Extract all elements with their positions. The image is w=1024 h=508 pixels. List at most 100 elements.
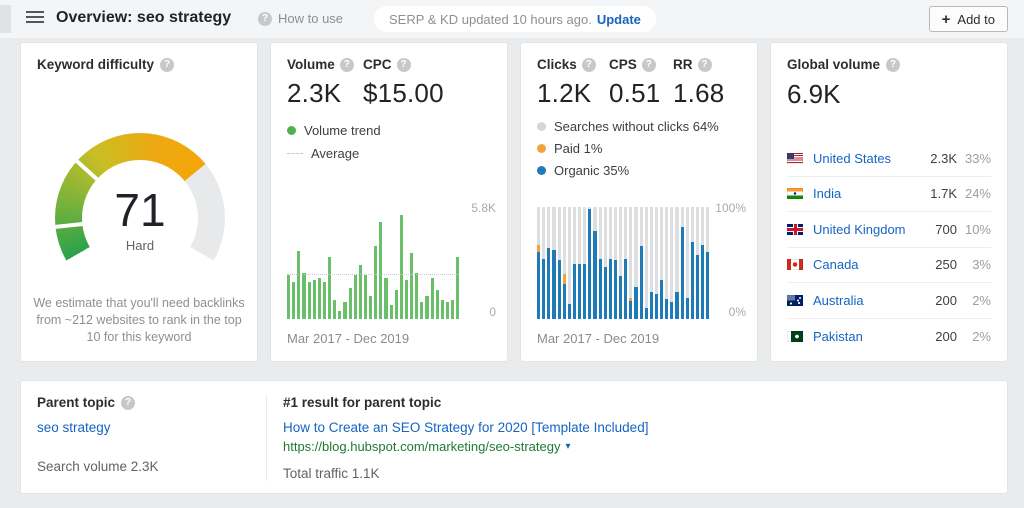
update-status-text: SERP & KD updated 10 hours ago. xyxy=(389,12,592,27)
help-icon[interactable]: ? xyxy=(121,396,135,410)
add-to-button[interactable]: + Add to xyxy=(929,6,1008,32)
clicks-bar xyxy=(645,207,648,319)
volume-bar xyxy=(287,275,290,319)
country-link[interactable]: Pakistan xyxy=(813,329,917,344)
rr-metric: RR ? 1.68 xyxy=(673,57,724,109)
organic-segment xyxy=(701,245,704,319)
volume-bar xyxy=(328,257,331,319)
legend-organic: Organic 35% xyxy=(537,163,719,178)
organic-segment xyxy=(542,259,545,319)
volume-chart-caption: Mar 2017 - Dec 2019 xyxy=(287,331,409,346)
dashed-line-icon xyxy=(287,153,303,154)
organic-segment xyxy=(681,227,684,319)
clicks-bar xyxy=(660,207,663,319)
volume-value: 2.3K xyxy=(287,78,363,109)
country-link[interactable]: Australia xyxy=(813,293,917,308)
volume-bar xyxy=(364,275,367,319)
help-icon[interactable]: ? xyxy=(160,58,174,72)
clicks-bar xyxy=(588,207,591,319)
chevron-down-icon[interactable]: ▾ xyxy=(565,441,570,452)
rr-label: RR xyxy=(673,57,693,72)
sidebar-edge[interactable] xyxy=(0,5,11,33)
country-link[interactable]: Canada xyxy=(813,257,917,272)
organic-segment xyxy=(609,259,612,319)
flag-gb-icon xyxy=(787,224,803,235)
country-link[interactable]: United States xyxy=(813,151,917,166)
parent-topic-keyword-link[interactable]: seo strategy xyxy=(37,420,265,435)
clicks-bar xyxy=(701,207,704,319)
help-icon[interactable]: ? xyxy=(582,58,596,72)
clicks-chart-caption: Mar 2017 - Dec 2019 xyxy=(537,331,659,346)
volume-axis-max: 5.8K xyxy=(471,201,496,215)
clicks-bar xyxy=(568,207,571,319)
clicks-card: Clicks ? 1.2K CPS ? 0.51 RR ? 1.68 Searc… xyxy=(520,42,758,362)
volume-label: Volume xyxy=(287,57,335,72)
global-volume-title: Global volume ? xyxy=(787,57,900,72)
country-row: United Kingdom70010% xyxy=(787,212,991,248)
country-volume: 2.3K xyxy=(917,151,957,166)
country-share: 3% xyxy=(957,257,991,272)
country-list: United States2.3K33%India1.7K24%United K… xyxy=(787,141,991,354)
parent-topic-label: Parent topic xyxy=(37,395,115,410)
organic-segment xyxy=(588,209,591,319)
organic-segment xyxy=(537,252,540,319)
clicks-bar xyxy=(542,207,545,319)
volume-bar xyxy=(441,300,444,319)
update-link[interactable]: Update xyxy=(597,12,641,27)
flag-in-icon xyxy=(787,188,803,199)
clicks-bar xyxy=(604,207,607,319)
clicks-bar xyxy=(686,207,689,319)
help-icon[interactable]: ? xyxy=(340,58,354,72)
result-url[interactable]: https://blog.hubspot.com/marketing/seo-s… xyxy=(283,439,560,454)
legend-volume-trend-label: Volume trend xyxy=(304,123,381,138)
clicks-bar xyxy=(681,207,684,319)
keyword-difficulty-label: Keyword difficulty xyxy=(37,57,154,72)
help-icon[interactable]: ? xyxy=(642,58,656,72)
organic-segment xyxy=(552,250,555,319)
organic-segment xyxy=(568,304,571,319)
help-icon[interactable]: ? xyxy=(886,58,900,72)
clicks-bar xyxy=(537,207,540,319)
volume-bar xyxy=(425,296,428,319)
difficulty-description: We estimate that you'll need backlinks f… xyxy=(33,295,245,346)
parent-topic-title: Parent topic ? xyxy=(37,395,265,410)
menu-icon[interactable] xyxy=(26,11,44,27)
volume-bar xyxy=(369,296,372,319)
country-row: United States2.3K33% xyxy=(787,141,991,177)
orange-dot-icon xyxy=(537,144,546,153)
result-title-link[interactable]: How to Create an SEO Strategy for 2020 [… xyxy=(283,420,991,435)
country-share: 10% xyxy=(957,222,991,237)
clicks-bar xyxy=(665,207,668,319)
organic-segment xyxy=(655,294,658,319)
volume-bar xyxy=(395,290,398,319)
organic-segment xyxy=(696,255,699,319)
help-icon[interactable]: ? xyxy=(397,58,411,72)
legend-volume-trend: Volume trend xyxy=(287,123,381,138)
organic-segment xyxy=(604,267,607,319)
organic-segment xyxy=(614,260,617,319)
global-volume-card: Global volume ? 6.9K United States2.3K33… xyxy=(770,42,1008,362)
clicks-bar xyxy=(629,207,632,319)
parent-topic-search-volume: Search volume 2.3K xyxy=(37,459,265,474)
organic-segment xyxy=(640,246,643,319)
clicks-bar xyxy=(706,207,709,319)
volume-bar xyxy=(415,273,418,319)
volume-bar xyxy=(374,246,377,319)
clicks-breakdown-chart xyxy=(537,207,709,319)
clicks-bar xyxy=(578,207,581,319)
result-heading: #1 result for parent topic xyxy=(283,395,991,410)
help-icon[interactable]: ? xyxy=(698,58,712,72)
clicks-axis-min: 0% xyxy=(729,305,746,319)
volume-bar xyxy=(323,282,326,319)
how-to-use-link[interactable]: ? How to use xyxy=(258,11,343,26)
organic-segment xyxy=(660,280,663,319)
paid-segment xyxy=(537,245,540,252)
clicks-bar xyxy=(696,207,699,319)
rr-value: 1.68 xyxy=(673,78,724,109)
difficulty-score: 71 xyxy=(55,183,225,237)
legend-no-clicks-label: Searches without clicks 64% xyxy=(554,119,719,134)
country-link[interactable]: United Kingdom xyxy=(813,222,917,237)
country-link[interactable]: India xyxy=(813,186,917,201)
organic-segment xyxy=(558,260,561,319)
cps-value: 0.51 xyxy=(609,78,673,109)
